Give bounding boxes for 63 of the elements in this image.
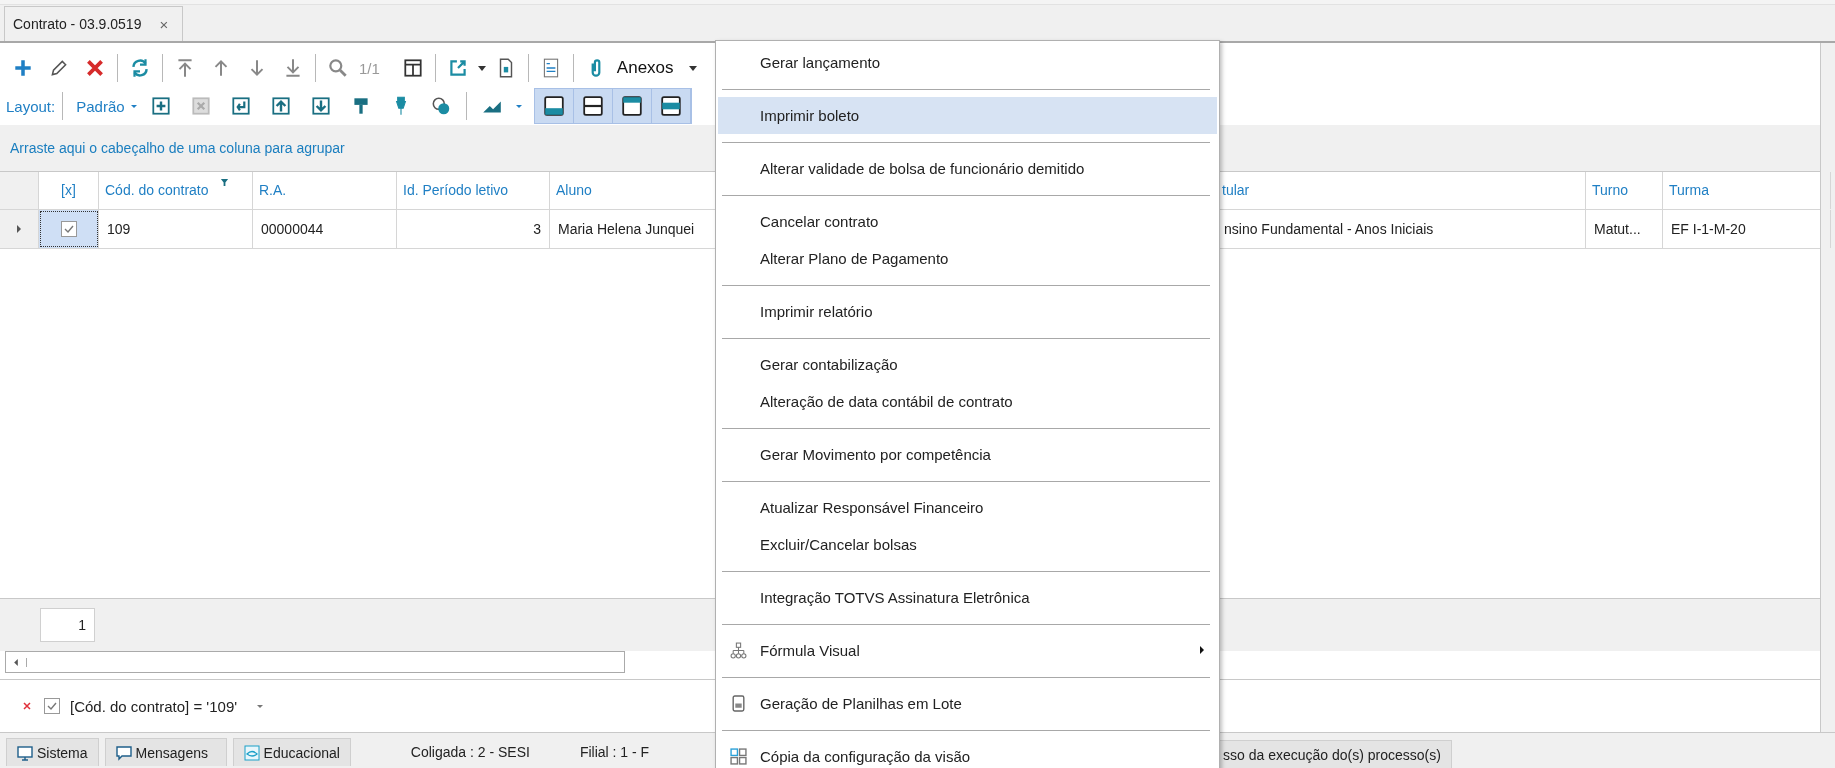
menu-item[interactable]: Gerar contabilização (718, 346, 1217, 383)
menu-item[interactable]: Alterar Plano de Pagamento (718, 240, 1217, 277)
layout-icon (659, 95, 682, 117)
menu-item[interactable]: Excluir/Cancelar bolsas (718, 526, 1217, 563)
table-cell: 3 (533, 221, 541, 237)
column-header[interactable]: R.A. (253, 172, 397, 209)
menu-item[interactable]: Alteração de data contábil de contrato (718, 383, 1217, 420)
menu-item[interactable]: Imprimir relatório (718, 293, 1217, 330)
filter-icon[interactable] (220, 178, 230, 187)
table-cell: Matut... (1594, 221, 1641, 237)
document-tab[interactable]: Contrato - 03.9.0519 × (4, 6, 184, 41)
tab-title: Contrato - 03.9.0519 (13, 16, 142, 32)
menu-item[interactable]: Fórmula Visual (718, 632, 1217, 669)
menu-item[interactable]: Geração de Planilhas em Lote (718, 685, 1217, 722)
checkmark-icon (62, 223, 75, 235)
status-button[interactable]: Sistema (6, 738, 99, 766)
menu-item[interactable]: Gerar lançamento (718, 44, 1217, 81)
spreadsheet-icon (730, 695, 747, 712)
layout-dropdown[interactable]: Padrão (76, 97, 125, 115)
status-button[interactable]: Mensagens (104, 738, 227, 766)
row-count: 1 (40, 608, 95, 642)
filter-expression[interactable]: [Cód. do contrato] = '109' (70, 697, 238, 715)
table-cell: EF I-1-M-20 (1671, 221, 1746, 237)
eye-icon (243, 744, 260, 761)
table-cell: 109 (107, 221, 131, 237)
column-header[interactable]: [x] (39, 172, 99, 209)
filter-checkbox[interactable] (44, 698, 60, 714)
table-cell: nsino Fundamental - Anos Iniciais (1224, 221, 1434, 237)
monitor-icon (17, 744, 33, 761)
record-counter: 1/1 (359, 59, 380, 77)
row-indicator-cell[interactable] (0, 210, 39, 248)
hierarchy-icon (730, 642, 747, 659)
table-cell: Maria Helena Junquei (558, 221, 695, 237)
menu-item[interactable]: Atualizar Responsável Financeiro (718, 489, 1217, 526)
status-button[interactable]: Educacional (232, 738, 351, 766)
layout-label: Layout: (6, 97, 56, 115)
caret-icon[interactable] (476, 63, 487, 73)
table-cell: 00000044 (261, 221, 324, 237)
group-by-hint: Arraste aqui o cabeçalho de uma coluna para agrupar (10, 140, 345, 156)
grid-icon (730, 748, 747, 765)
layout-icon (542, 95, 565, 117)
layout-icon (620, 95, 643, 117)
row-checkbox[interactable] (60, 221, 77, 237)
caret-icon[interactable] (687, 63, 698, 73)
column-header[interactable]: Id. Período letivo (397, 172, 550, 209)
column-header[interactable]: Turma (1663, 172, 1831, 209)
layout-icon (581, 95, 604, 117)
column-header[interactable]: Turno (1586, 172, 1663, 209)
status-text: Filial : 1 - F (579, 743, 650, 762)
clear-filter-icon[interactable] (22, 701, 32, 711)
message-icon (115, 744, 132, 761)
horizontal-scrollbar[interactable] (5, 651, 625, 673)
submenu-arrow-icon (1199, 645, 1205, 655)
column-header[interactable]: Cód. do contrato (99, 172, 253, 209)
menu-item[interactable]: Gerar Movimento por competência (718, 436, 1217, 473)
status-text: Coligada : 2 - SESI (410, 743, 530, 762)
attachments-menu[interactable]: Anexos (616, 58, 674, 78)
menu-item[interactable]: Cancelar contrato (718, 203, 1217, 240)
menu-item[interactable]: Alterar validade de bolsa de funcionário demitido (718, 150, 1217, 187)
close-tab-button[interactable]: × (159, 15, 169, 33)
menu-item[interactable]: Integração TOTVS Assinatura Eletrônica (718, 579, 1217, 616)
checkmark-icon (46, 700, 58, 712)
menu-item[interactable]: Imprimir boleto (718, 97, 1217, 134)
